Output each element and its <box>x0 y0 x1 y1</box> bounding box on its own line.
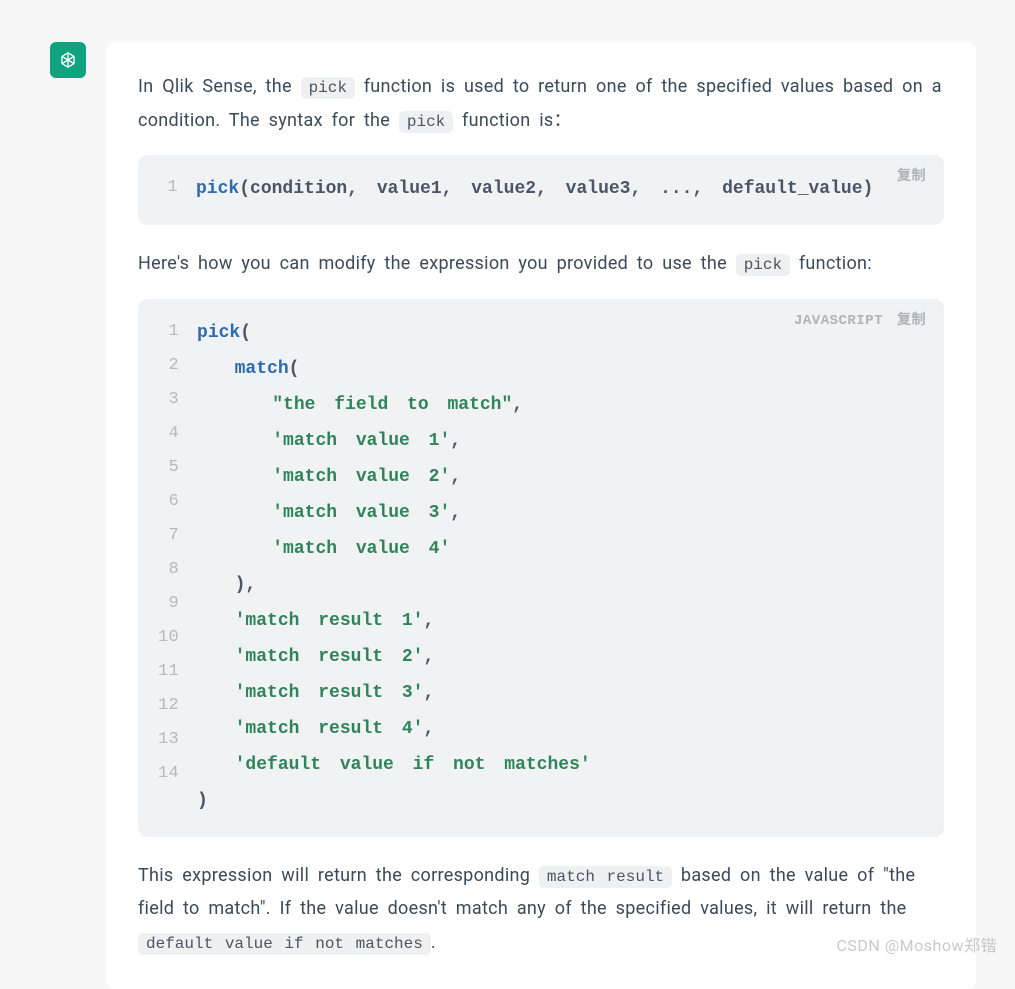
code-content[interactable]: pick( match( "the field to match", 'matc… <box>197 315 591 819</box>
text: . <box>431 932 436 953</box>
code-block-example: JAVASCRIPT 复制 1234567891011121314 pick( … <box>138 299 944 837</box>
line-numbers: 1234567891011121314 <box>158 315 179 819</box>
code-block-syntax: 复制 1 pick(condition, value1, value2, val… <box>138 155 944 225</box>
inline-code-pick: pick <box>399 111 453 133</box>
line-numbers: 1 <box>158 171 178 207</box>
paragraph-intro: In Qlik Sense, the pick function is used… <box>138 70 944 137</box>
inline-code-pick: pick <box>736 254 790 276</box>
text: Here's how you can modify the expression… <box>138 253 736 274</box>
inline-code-match-result: match result <box>539 866 672 888</box>
inline-code-default: default value if not matches <box>138 933 431 955</box>
text: function: <box>790 253 872 274</box>
paragraph-modify: Here's how you can modify the expression… <box>138 247 944 281</box>
assistant-avatar <box>50 42 86 78</box>
paragraph-explain: This expression will return the correspo… <box>138 859 944 959</box>
copy-button[interactable]: 复制 <box>897 309 926 335</box>
copy-button[interactable]: 复制 <box>897 165 926 191</box>
watermark: CSDN @Moshow郑锴 <box>837 932 997 956</box>
text: function is： <box>453 110 572 131</box>
language-label: JAVASCRIPT <box>794 309 883 335</box>
text: This expression will return the correspo… <box>138 865 539 886</box>
inline-code-pick: pick <box>301 77 355 99</box>
openai-logo-icon <box>56 48 80 72</box>
assistant-message: In Qlik Sense, the pick function is used… <box>106 42 976 989</box>
code-content[interactable]: pick(condition, value1, value2, value3, … <box>196 171 873 207</box>
text: In Qlik Sense, the <box>138 76 301 97</box>
